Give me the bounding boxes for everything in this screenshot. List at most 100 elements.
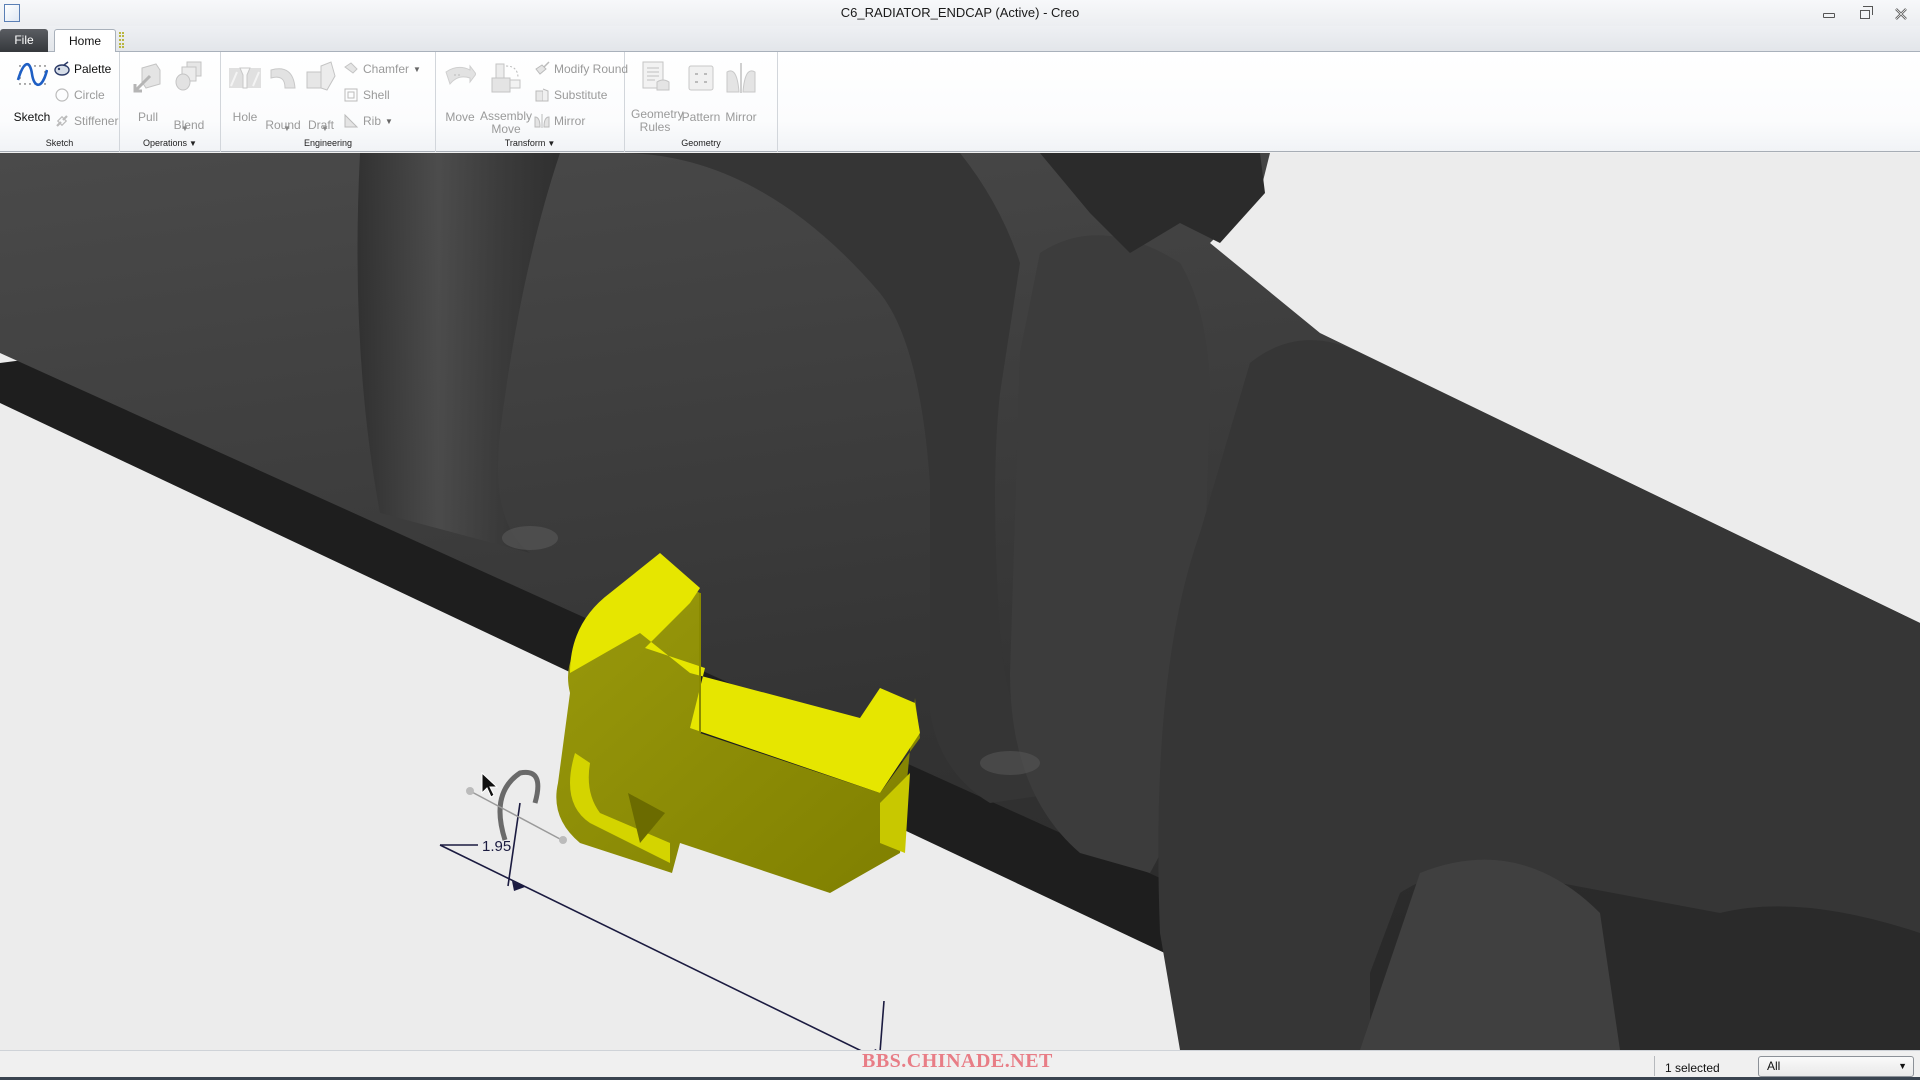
shell-label: Shell [363,88,390,102]
round-icon [270,68,296,89]
shell-icon [344,88,358,102]
circle-label: Circle [74,88,105,102]
hole-icon [229,67,261,89]
model-highlight [502,526,558,550]
draft-dropdown-arrow[interactable]: ▼ [321,124,329,133]
group-label-transform[interactable]: Transform ▼ [436,138,624,148]
rib-button[interactable]: Rib ▼ [343,112,393,130]
move-button[interactable]: Move [440,62,480,124]
mirror-icon [726,63,756,93]
group-label-sketch: Sketch [45,138,74,148]
palette-icon [54,61,70,76]
sketch-button[interactable]: Sketch [8,60,56,124]
close-button[interactable] [1888,4,1914,24]
substitute-button[interactable]: Substitute [534,86,607,104]
creo-window: C6_RADIATOR_ENDCAP (Active) - Creo File … [0,0,1920,1080]
pattern-label: Pattern [681,110,721,124]
window-title: C6_RADIATOR_ENDCAP (Active) - Creo [840,5,1080,20]
sketch-label: Sketch [13,110,51,124]
circle-icon [55,88,69,102]
quick-access-grip[interactable] [119,32,124,48]
assembly-move-button[interactable]: Assembly Move [478,62,534,136]
close-icon [1895,8,1907,20]
ribbon-group-geometry: Geometry Rules Pattern Mirror Geometry [625,52,778,152]
stiffener-label: Stiffener [74,114,119,128]
blend-button[interactable]: Blend [164,60,214,132]
modify-round-icon [535,61,550,75]
move-label: Move [445,110,475,124]
minimize-button[interactable] [1816,4,1842,24]
blend-icon [175,61,202,91]
minimize-icon [1823,13,1835,18]
assembly-move-icon [491,63,521,93]
draft-button[interactable]: Draft [301,60,341,132]
substitute-label: Substitute [554,88,608,102]
dimension-value[interactable]: 1.95 [482,838,511,855]
blend-label: Blend [173,118,205,132]
sketch-icon [16,62,48,87]
assembly-move-label: Assembly Move [479,109,532,136]
shell-button[interactable]: Shell [343,86,390,104]
drag-handle-end[interactable] [559,836,567,844]
rib-dropdown-arrow[interactable]: ▼ [385,117,393,126]
drag-handle-start[interactable] [466,787,474,795]
chamfer-icon [344,62,358,74]
chevron-down-icon: ▼ [1898,1061,1907,1071]
rib-label: Rib [363,114,382,128]
mirror-transform-button[interactable]: Mirror [534,112,585,130]
restore-icon [1860,5,1873,19]
mirror-icon [534,114,550,128]
geometry-rules-button[interactable]: Geometry Rules [631,60,684,134]
ribbon-group-transform: Move Assembly Move Modify Round Substitut… [436,52,628,152]
title-bar: C6_RADIATOR_ENDCAP (Active) - Creo [0,0,1920,26]
restore-button[interactable] [1852,4,1878,24]
tab-home[interactable]: Home [54,29,116,53]
hole-label: Hole [232,110,258,124]
watermark-text: BBS.CHINADE.NET [862,1050,1053,1072]
pull-icon [133,63,161,93]
pull-label: Pull [137,110,158,124]
group-label-geometry: Geometry [681,138,721,148]
mirror-geometry-label: Mirror [725,110,757,124]
blend-dropdown-arrow[interactable]: ▼ [181,124,189,133]
palette-label: Palette [74,62,112,76]
mirror-transform-label: Mirror [554,114,586,128]
modify-round-button[interactable]: Modify Round [534,60,628,78]
hole-button[interactable]: Hole [227,62,263,124]
draft-icon [306,61,336,91]
round-dropdown-arrow[interactable]: ▼ [283,124,291,133]
modify-round-label: Modify Round [554,62,629,76]
chamfer-dropdown-arrow[interactable]: ▼ [413,65,421,74]
graphics-viewport[interactable]: 1.95 [0,153,1920,1050]
model-render[interactable] [0,153,1920,1050]
ribbon-group-sketch: Sketch Palette Circle Stiffener Sketch [0,52,120,152]
pull-button[interactable]: Pull [128,62,168,124]
ribbon-group-operations: Pull Blend ▼ Operations ▼ [120,52,221,152]
circle-button[interactable]: Circle [54,86,105,104]
ribbon-tab-strip: File Home ? ▼ [0,26,1920,74]
move-icon [445,64,476,86]
palette-button[interactable]: Palette [54,60,111,78]
selection-filter-value: All [1767,1059,1781,1073]
stiffener-button[interactable]: Stiffener [54,112,118,130]
ribbon: Sketch Palette Circle Stiffener Sketch P… [0,52,1920,152]
selection-filter-dropdown[interactable]: All ▼ [1758,1056,1914,1077]
group-label-operations[interactable]: Operations ▼ [120,138,220,148]
selection-count: 1 selected [1665,1061,1720,1075]
geometry-rules-label: Geometry Rules [631,107,684,134]
geometry-rules-icon [642,61,670,91]
status-divider [1654,1056,1655,1076]
tab-file[interactable]: File [0,29,48,52]
group-label-engineering: Engineering [303,138,353,148]
chamfer-button[interactable]: Chamfer ▼ [343,60,421,78]
stiffener-icon [56,115,68,127]
rib-icon [344,113,359,128]
pattern-icon [688,65,714,91]
round-button[interactable]: Round [263,60,303,132]
ribbon-group-engineering: Hole Round ▼ Draft ▼ Chamfer ▼ Shell Rib… [221,52,436,152]
substitute-icon [535,88,549,102]
model-highlight [980,751,1040,775]
pattern-button[interactable]: Pattern [681,62,721,124]
chamfer-label: Chamfer [363,62,410,76]
mirror-geometry-button[interactable]: Mirror [721,62,761,124]
